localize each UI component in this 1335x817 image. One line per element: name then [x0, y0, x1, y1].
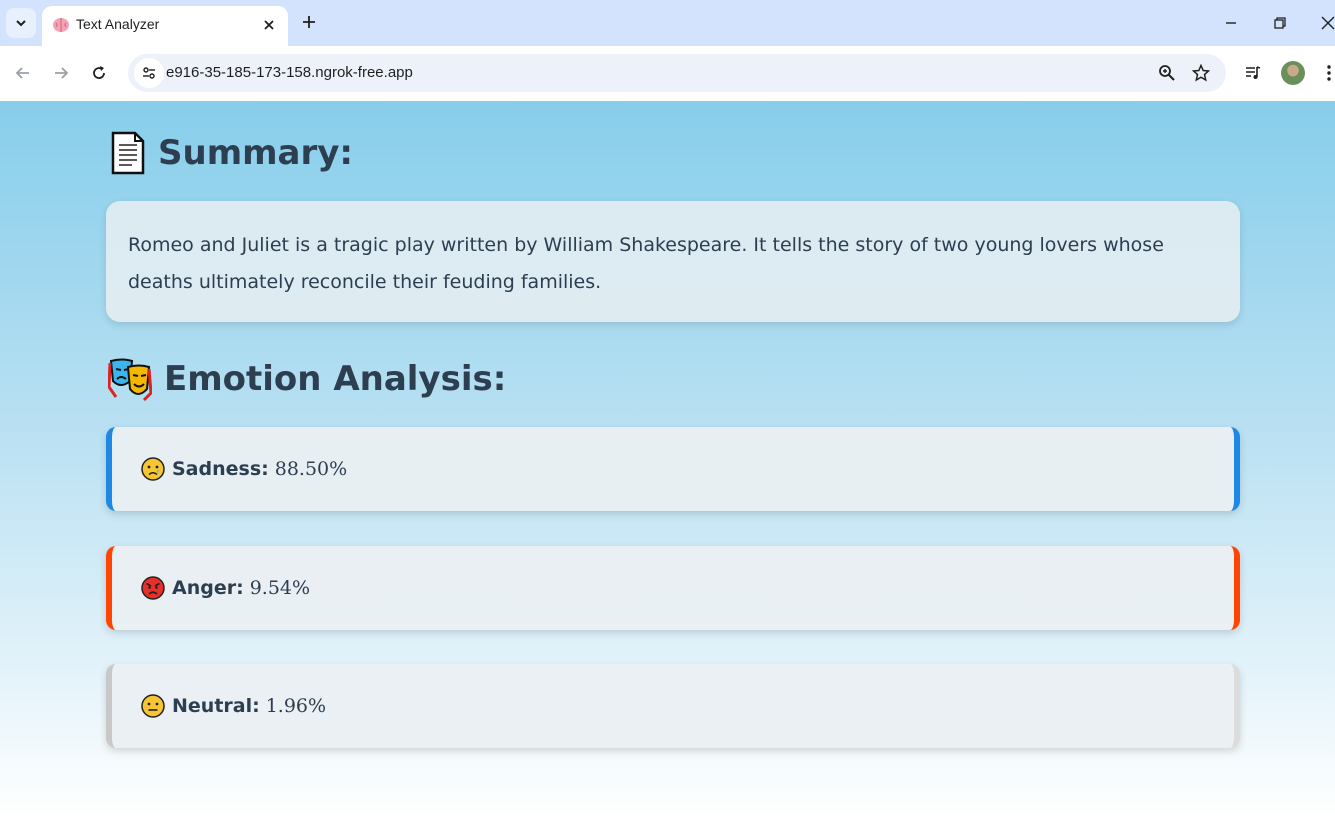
site-info-button[interactable] — [134, 58, 164, 88]
zoom-button[interactable] — [1156, 62, 1178, 84]
emotion-analysis-heading: Emotion Analysis: — [108, 357, 506, 401]
brain-icon — [52, 16, 70, 34]
media-controls-button[interactable] — [1242, 62, 1264, 84]
profile-avatar[interactable] — [1281, 61, 1305, 85]
plus-icon — [303, 16, 315, 28]
zoom-icon — [1159, 65, 1175, 81]
restore-button[interactable] — [1269, 12, 1291, 34]
restore-icon — [1274, 17, 1286, 29]
forward-button[interactable] — [49, 61, 73, 85]
emotion-label: Anger: — [172, 577, 244, 599]
queue-music-icon — [1246, 66, 1261, 79]
angry-face-icon — [141, 576, 165, 600]
arrow-right-icon — [55, 67, 69, 79]
address-bar[interactable]: e916-35-185-173-158.ngrok-free.app — [128, 54, 1226, 92]
summary-text: Romeo and Juliet is a tragic play writte… — [128, 234, 1164, 293]
url-text[interactable]: e916-35-185-173-158.ngrok-free.app — [166, 64, 413, 81]
emotion-analysis-heading-text: Emotion Analysis: — [164, 359, 507, 399]
minimize-icon — [1226, 22, 1236, 24]
emotion-label: Sadness: — [172, 458, 269, 480]
page-document-icon — [108, 131, 148, 175]
tab-strip: Text Analyzer — [0, 0, 1335, 46]
neutral-face-icon — [141, 694, 165, 718]
summary-heading-text: Summary: — [158, 133, 354, 173]
back-button[interactable] — [11, 61, 35, 85]
tune-icon — [143, 67, 155, 79]
minimize-button[interactable] — [1220, 12, 1242, 34]
close-window-button[interactable] — [1317, 12, 1335, 34]
summary-box: Romeo and Juliet is a tragic play writte… — [106, 201, 1240, 322]
emotion-value: 9.54% — [249, 577, 311, 599]
close-tab-icon[interactable] — [260, 16, 278, 34]
summary-heading: Summary: — [108, 131, 353, 175]
theater-masks-icon — [108, 357, 152, 401]
emotion-card-sadness: Sadness: 88.50% — [106, 427, 1240, 511]
page-content: Summary: Romeo and Juliet is a tragic pl… — [0, 101, 1335, 817]
emotion-card-neutral: Neutral: 1.96% — [106, 664, 1240, 748]
emotion-value: 88.50% — [274, 458, 348, 480]
reload-button[interactable] — [87, 61, 111, 85]
active-tab[interactable]: Text Analyzer — [42, 6, 288, 46]
reload-icon — [93, 66, 105, 79]
browser-menu-button[interactable] — [1318, 62, 1335, 84]
star-icon — [1192, 64, 1210, 82]
crying-face-icon — [141, 457, 165, 481]
bookmark-button[interactable] — [1190, 62, 1212, 84]
emotion-card-anger: Anger: 9.54% — [106, 546, 1240, 630]
chevron-down-icon — [16, 20, 26, 27]
new-tab-button[interactable] — [298, 11, 320, 33]
arrow-left-icon — [15, 67, 29, 79]
more-vert-icon — [1327, 65, 1331, 81]
emotion-label: Neutral: — [172, 695, 260, 717]
tab-search-button[interactable] — [6, 8, 36, 38]
browser-toolbar: e916-35-185-173-158.ngrok-free.app — [0, 46, 1335, 102]
emotion-value: 1.96% — [265, 695, 327, 717]
tab-title: Text Analyzer — [76, 16, 160, 32]
close-icon — [1321, 16, 1335, 30]
